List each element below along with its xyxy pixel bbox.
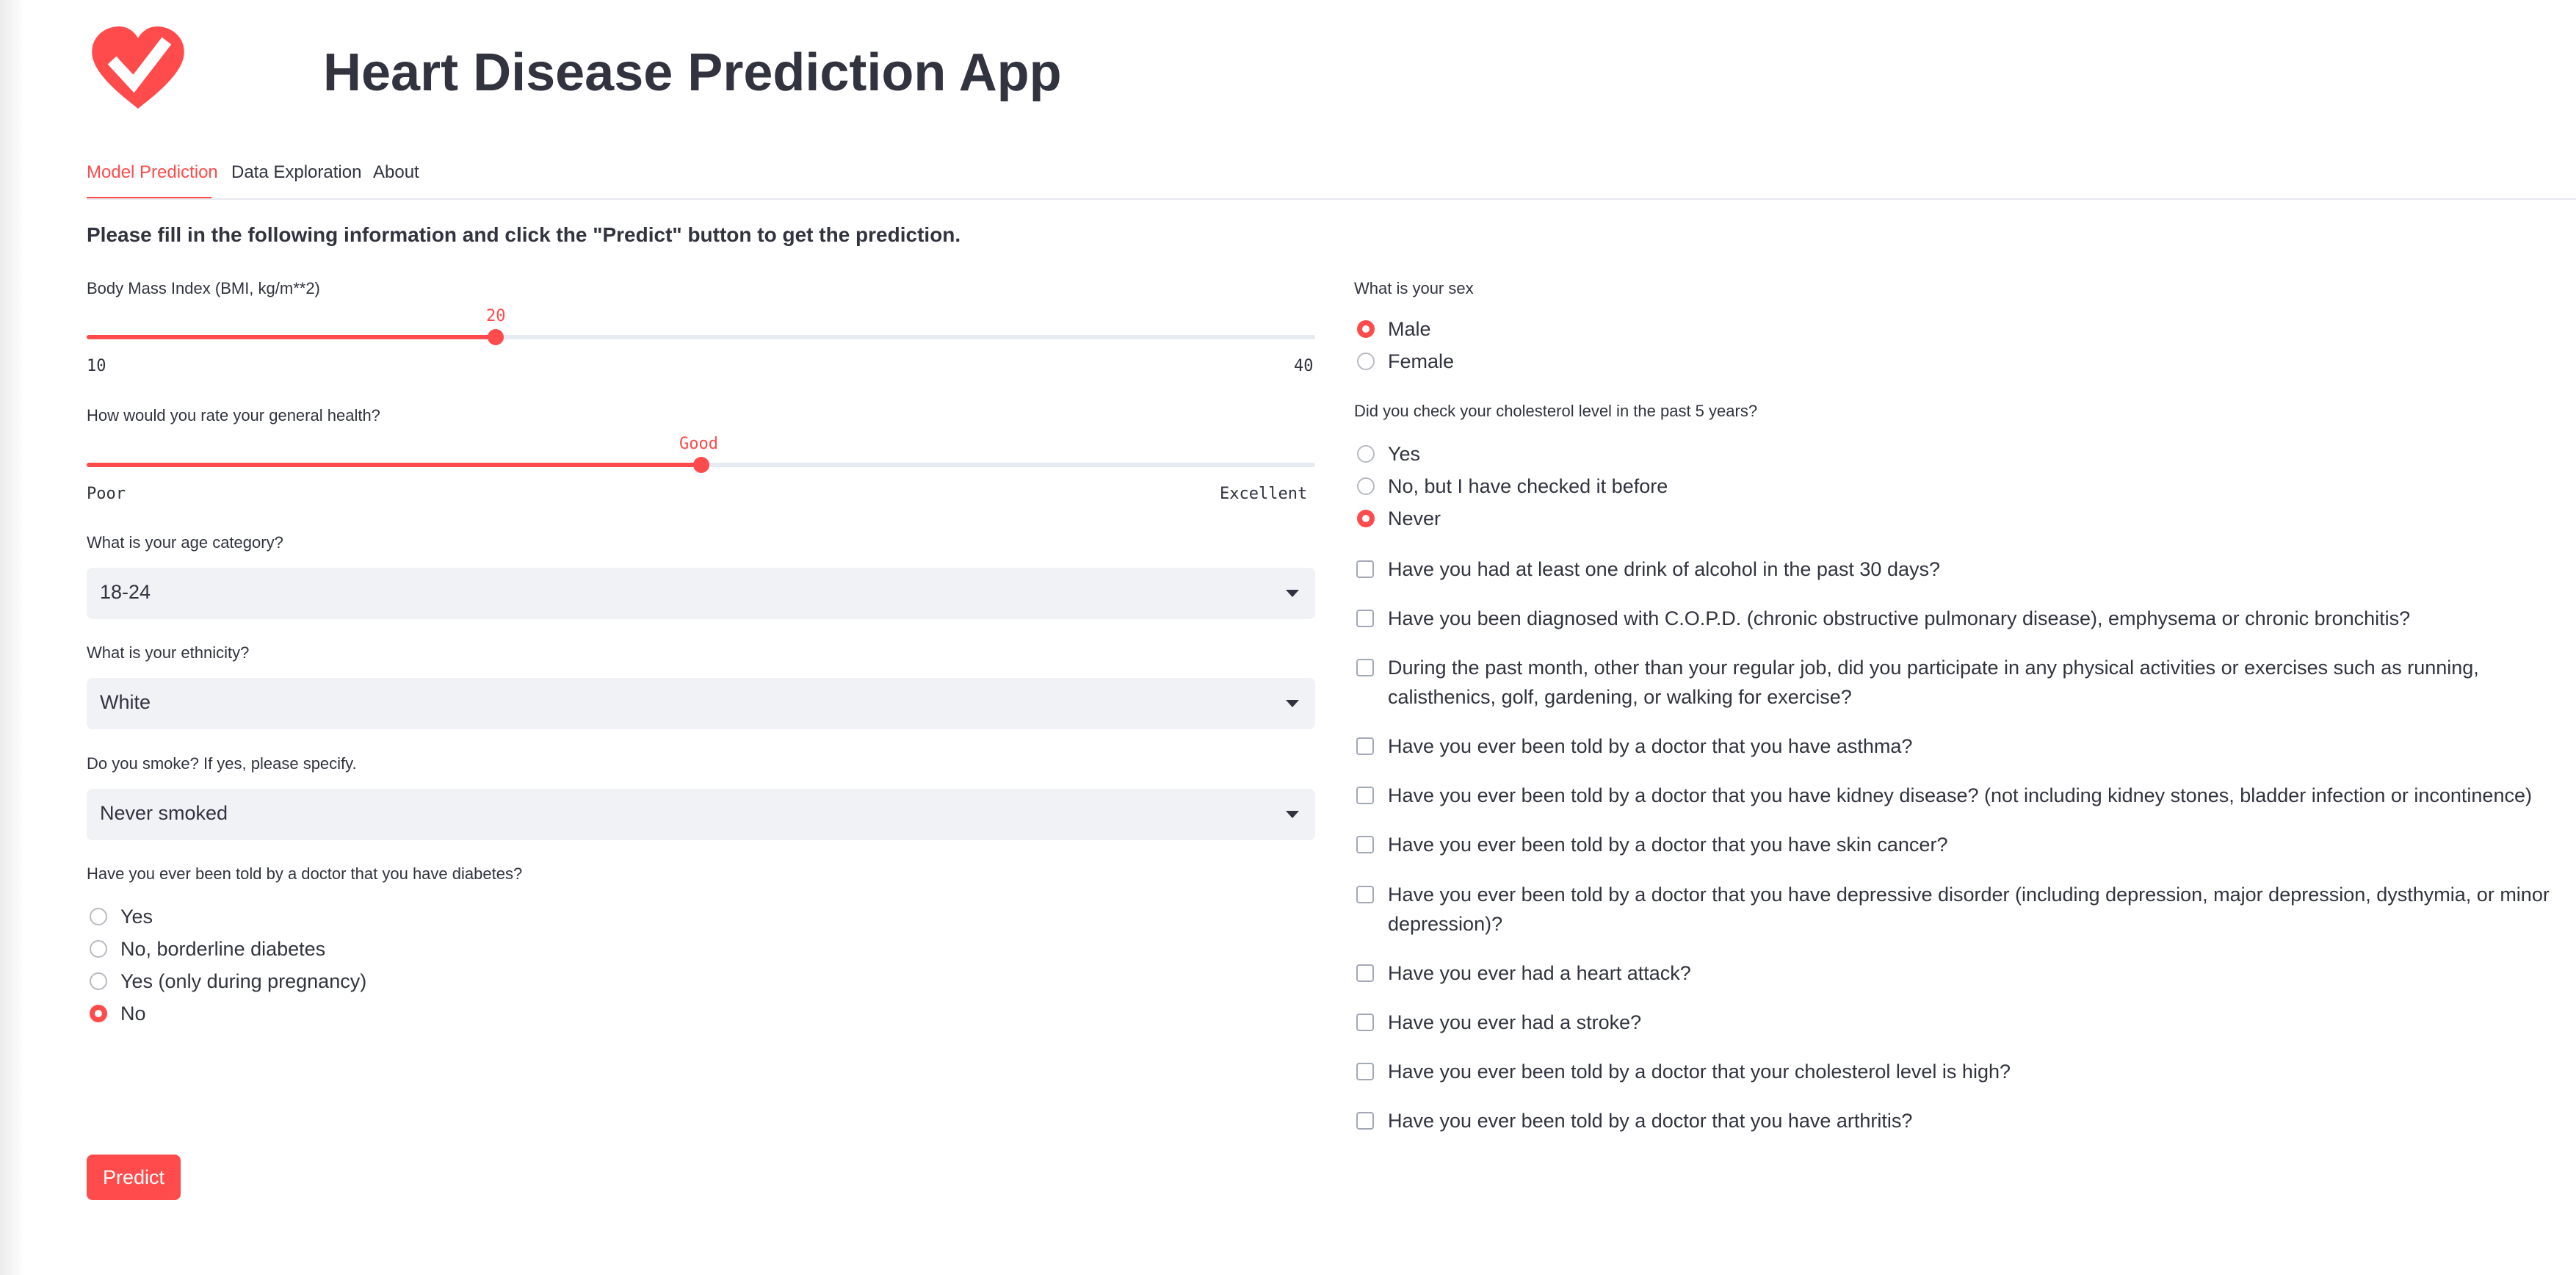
checkbox-label: Have you had at least one drink of alcoh… bbox=[1388, 558, 1940, 580]
ethnicity-select[interactable]: White bbox=[87, 678, 1315, 729]
radio-label: Yes (only during pregnancy) bbox=[120, 970, 367, 992]
checkbox[interactable] bbox=[1356, 787, 1374, 804]
health-max-label: Excellent bbox=[1220, 485, 1308, 503]
age-label: What is your age category? bbox=[87, 533, 283, 552]
radio-button[interactable] bbox=[1357, 445, 1375, 463]
checkbox[interactable] bbox=[1356, 560, 1374, 578]
checkbox[interactable] bbox=[1356, 1014, 1374, 1031]
radio-button[interactable] bbox=[1357, 353, 1375, 370]
bmi-slider-fill bbox=[87, 335, 496, 339]
radio-button[interactable] bbox=[90, 1005, 107, 1022]
bmi-min-label: 10 bbox=[87, 357, 106, 375]
radio-button[interactable] bbox=[90, 940, 107, 958]
diabetes-label: Have you ever been told by a doctor that… bbox=[87, 864, 523, 883]
sex-label: What is your sex bbox=[1354, 279, 1474, 297]
checkbox[interactable] bbox=[1356, 1112, 1374, 1130]
radio-label: Male bbox=[1388, 318, 1431, 340]
smoke-select-value: Never smoked bbox=[100, 802, 228, 824]
checkbox-label: Have you ever been told by a doctor that… bbox=[1388, 1061, 2011, 1083]
chevron-down-icon bbox=[1286, 811, 1299, 818]
checkbox-label: Have you ever been told by a doctor that… bbox=[1388, 784, 2532, 806]
ethnicity-label: What is your ethnicity? bbox=[87, 643, 250, 662]
bmi-slider-thumb[interactable] bbox=[488, 329, 504, 345]
checkbox[interactable] bbox=[1356, 659, 1374, 676]
smoke-select[interactable]: Never smoked bbox=[87, 789, 1315, 840]
tab-about[interactable]: About bbox=[373, 160, 419, 185]
radio-label: No bbox=[120, 1003, 146, 1025]
health-slider-thumb[interactable] bbox=[693, 457, 709, 473]
chevron-down-icon bbox=[1286, 700, 1299, 707]
page-edge-shadow bbox=[0, 0, 25, 1275]
radio-label: Yes bbox=[120, 906, 153, 928]
health-min-label: Poor bbox=[87, 485, 126, 503]
health-slider[interactable] bbox=[87, 457, 1315, 473]
checkbox-label: Have you ever had a stroke? bbox=[1388, 1011, 1642, 1033]
health-value: Good bbox=[679, 435, 718, 453]
radio-label: No, borderline diabetes bbox=[120, 938, 326, 960]
radio-button[interactable] bbox=[90, 908, 107, 925]
app-title: Heart Disease Prediction App bbox=[323, 43, 1062, 102]
smoke-label: Do you smoke? If yes, please specify. bbox=[87, 754, 357, 773]
checkbox-label: Have you ever been told by a doctor that… bbox=[1388, 1110, 1913, 1132]
age-select-value: 18-24 bbox=[100, 581, 151, 603]
predict-button[interactable]: Predict bbox=[87, 1155, 181, 1200]
cholesterol-check-label: Did you check your cholesterol level in … bbox=[1354, 402, 1758, 420]
checkbox-label: Have you ever been told by a doctor that… bbox=[1388, 735, 1913, 757]
radio-button[interactable] bbox=[90, 972, 107, 990]
checkbox[interactable] bbox=[1356, 886, 1374, 903]
radio-button[interactable] bbox=[1357, 510, 1375, 527]
chevron-down-icon bbox=[1286, 590, 1299, 597]
radio-label: Never bbox=[1388, 508, 1441, 530]
checkbox[interactable] bbox=[1356, 1063, 1374, 1080]
ethnicity-select-value: White bbox=[100, 691, 151, 713]
bmi-max-label: 40 bbox=[1294, 357, 1314, 375]
bmi-label: Body Mass Index (BMI, kg/m**2) bbox=[87, 279, 320, 297]
radio-button[interactable] bbox=[1357, 477, 1375, 495]
instructions-text: Please fill in the following information… bbox=[87, 223, 961, 246]
radio-label: No, but I have checked it before bbox=[1388, 475, 1668, 497]
radio-button[interactable] bbox=[1357, 320, 1375, 338]
checkbox-label: Have you been diagnosed with C.O.P.D. (c… bbox=[1388, 607, 2411, 629]
checkbox[interactable] bbox=[1356, 610, 1374, 627]
bmi-slider[interactable] bbox=[87, 329, 1315, 345]
tab-data-exploration[interactable]: Data Exploration bbox=[231, 160, 361, 185]
tab-model-prediction[interactable]: Model Prediction bbox=[87, 160, 218, 185]
radio-label: Female bbox=[1388, 350, 1455, 372]
checkbox-label: Have you ever been told by a doctor that… bbox=[1388, 834, 1948, 856]
radio-label: Yes bbox=[1388, 443, 1421, 465]
health-label: How would you rate your general health? bbox=[87, 406, 380, 425]
checkbox-label: Have you ever had a heart attack? bbox=[1388, 962, 1691, 984]
age-select[interactable]: 18-24 bbox=[87, 568, 1315, 619]
checkbox[interactable] bbox=[1356, 964, 1374, 982]
checkbox[interactable] bbox=[1356, 836, 1374, 853]
checkbox-label: Have you ever been told by a doctor that… bbox=[1388, 884, 2550, 935]
health-slider-fill bbox=[87, 463, 701, 467]
checkbox-label: During the past month, other than your r… bbox=[1388, 657, 2479, 708]
tabs-divider bbox=[87, 198, 2576, 200]
bmi-value: 20 bbox=[486, 307, 506, 325]
heart-check-icon bbox=[92, 26, 184, 109]
checkbox[interactable] bbox=[1356, 737, 1374, 755]
